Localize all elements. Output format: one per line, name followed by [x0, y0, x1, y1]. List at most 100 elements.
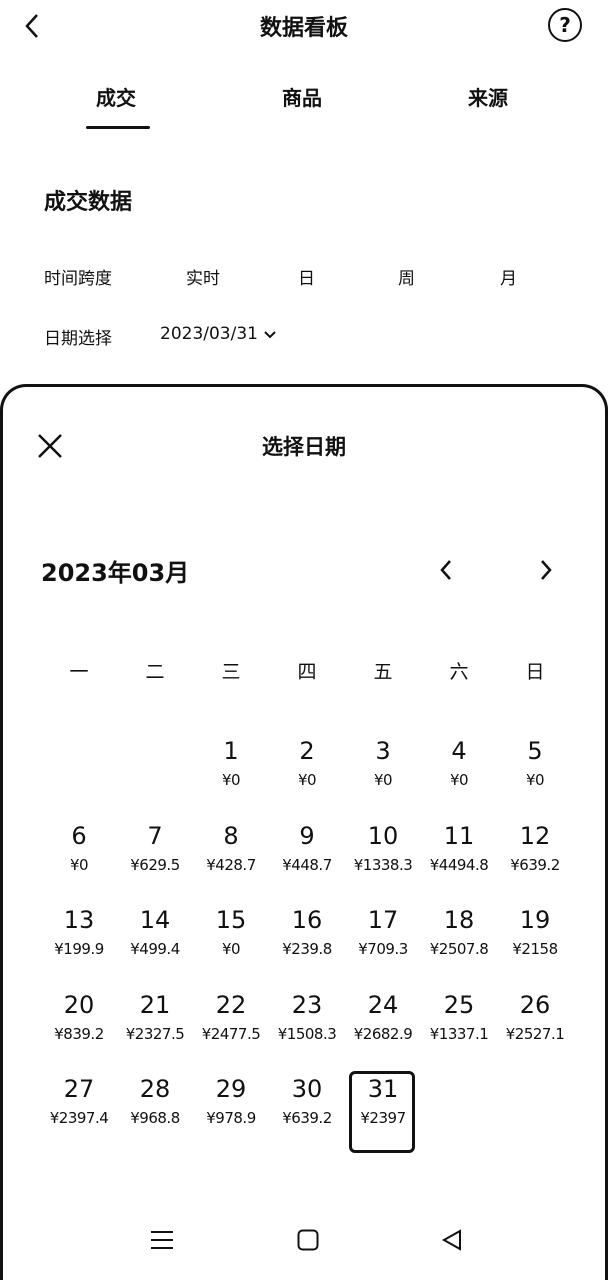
day-amount: ¥0 [373, 771, 393, 789]
day-amount: ¥639.2 [510, 855, 560, 874]
date-dropdown[interactable]: 2023/03/31 [160, 324, 276, 344]
day-number: 14 [139, 906, 171, 934]
app-header: 数据看板 ? [0, 0, 608, 56]
calendar-day-22[interactable]: 22 ¥2477.5 [193, 989, 269, 1074]
day-amount: ¥199.9 [54, 940, 104, 958]
calendar-day-15[interactable]: 15 ¥0 [193, 904, 269, 989]
calendar-week: 1 ¥0 2 ¥0 3 ¥0 4 ¥0 5 ¥0 [41, 735, 573, 820]
calendar-day-4[interactable]: 4 ¥0 [421, 735, 497, 820]
day-number: 15 [215, 906, 247, 934]
weekday-label: 日 [525, 661, 545, 683]
calendar-day-19[interactable]: 19 ¥2158 [497, 904, 573, 989]
day-number: 2 [299, 737, 315, 765]
calendar-day-20[interactable]: 20 ¥839.2 [41, 989, 117, 1074]
prev-month-button[interactable] [429, 553, 463, 587]
nav-menu-button[interactable] [142, 1220, 182, 1260]
next-month-button[interactable] [529, 553, 563, 587]
weekday-label: 六 [449, 661, 469, 683]
day-amount: ¥0 [525, 771, 545, 789]
calendar-day-26[interactable]: 26 ¥2527.1 [497, 989, 573, 1074]
day-number: 27 [63, 1075, 95, 1103]
weekday-header: 一 二 三 四 五 六 日 [41, 657, 573, 684]
calendar-day-5[interactable]: 5 ¥0 [497, 735, 573, 820]
time-span-realtime[interactable]: 实时 [186, 264, 220, 289]
sheet-title: 选择日期 [262, 435, 346, 459]
page-title: 数据看板 [259, 16, 348, 41]
day-amount: ¥0 [221, 771, 241, 789]
calendar-day-25[interactable]: 25 ¥1337.1 [421, 989, 497, 1074]
day-amount: ¥4494.8 [429, 855, 489, 874]
calendar-day-21[interactable]: 21 ¥2327.5 [117, 989, 193, 1074]
help-button[interactable]: ? [548, 8, 582, 42]
calendar-day-29[interactable]: 29 ¥978.9 [193, 1073, 269, 1158]
day-amount: ¥499.4 [130, 940, 180, 958]
menu-icon [151, 1231, 173, 1249]
weekday-label: 三 [221, 661, 241, 683]
calendar-day-13[interactable]: 13 ¥199.9 [41, 904, 117, 989]
calendar-day-6[interactable]: 6 ¥0 [41, 820, 117, 905]
day-amount: ¥629.5 [130, 855, 180, 874]
day-number: 19 [519, 906, 551, 934]
calendar-day-31[interactable]: 31 ¥2397 [345, 1071, 421, 1158]
time-span-month[interactable]: 月 [500, 264, 517, 289]
calendar-empty-cell [421, 1073, 497, 1158]
calendar-day-10[interactable]: 10 ¥1338.3 [345, 820, 421, 905]
section-title: 成交数据 [44, 190, 133, 215]
day-amount: ¥2327.5 [125, 1024, 185, 1043]
day-number: 25 [443, 990, 475, 1019]
day-amount: ¥2527.1 [505, 1024, 565, 1043]
calendar-day-28[interactable]: 28 ¥968.8 [117, 1073, 193, 1158]
nav-back-button[interactable] [432, 1220, 472, 1260]
tab-deals[interactable]: 成交 [96, 82, 136, 111]
date-select-label: 日期选择 [44, 329, 112, 349]
calendar-day-2[interactable]: 2 ¥0 [269, 735, 345, 820]
calendar-day-16[interactable]: 16 ¥239.8 [269, 904, 345, 989]
calendar-day-8[interactable]: 8 ¥428.7 [193, 820, 269, 905]
date-value: 2023/03/31 [160, 324, 258, 344]
calendar-empty-cell [497, 1073, 573, 1158]
calendar-day-24[interactable]: 24 ¥2682.9 [345, 989, 421, 1074]
day-amount: ¥639.2 [282, 1109, 332, 1127]
day-number: 7 [147, 821, 163, 850]
day-number: 11 [443, 821, 475, 850]
calendar-week: 27 ¥2397.4 28 ¥968.8 29 ¥978.9 30 ¥639.2 31 ¥2397 [41, 1071, 573, 1158]
calendar-day-7[interactable]: 7 ¥629.5 [117, 820, 193, 905]
time-span-day[interactable]: 日 [298, 264, 315, 289]
calendar-grid: 1 ¥0 2 ¥0 3 ¥0 4 ¥0 5 ¥0 6 ¥0 7 ¥629.5 8 ¥428.7 9 ¥448.7 1… [41, 735, 573, 1158]
calendar-day-11[interactable]: 11 ¥4494.8 [421, 820, 497, 905]
calendar-week: 20 ¥839.2 21 ¥2327.5 22 ¥2477.5 23 ¥1508.3 24 ¥26… [41, 989, 573, 1074]
day-number: 1 [223, 737, 239, 765]
chevron-down-icon [264, 331, 276, 339]
day-number: 16 [291, 906, 323, 934]
weekday-label: 五 [373, 661, 393, 683]
day-number: 8 [223, 821, 239, 850]
calendar-day-12[interactable]: 12 ¥639.2 [497, 820, 573, 905]
day-amount: ¥1508.3 [277, 1024, 337, 1043]
nav-home-button[interactable] [288, 1220, 328, 1260]
question-circle-icon: ? [559, 13, 571, 37]
chevron-right-icon [541, 560, 552, 580]
day-number: 5 [527, 737, 543, 765]
tab-sources[interactable]: 来源 [468, 82, 508, 111]
day-number: 13 [63, 906, 95, 934]
time-span-week[interactable]: 周 [398, 264, 415, 289]
calendar-day-17[interactable]: 17 ¥709.3 [345, 904, 421, 989]
day-number: 4 [451, 737, 467, 765]
calendar-day-3[interactable]: 3 ¥0 [345, 735, 421, 820]
chevron-left-icon [440, 560, 451, 580]
calendar-day-9[interactable]: 9 ¥448.7 [269, 820, 345, 905]
day-amount: ¥448.7 [282, 855, 332, 874]
system-nav-bar [0, 1200, 608, 1280]
tab-products[interactable]: 商品 [282, 82, 322, 111]
day-amount: ¥978.9 [206, 1109, 256, 1127]
calendar-day-1[interactable]: 1 ¥0 [193, 735, 269, 820]
calendar-day-23[interactable]: 23 ¥1508.3 [269, 989, 345, 1074]
calendar-day-18[interactable]: 18 ¥2507.8 [421, 904, 497, 989]
day-number: 24 [367, 990, 399, 1019]
month-label: 2023年03月 [41, 559, 190, 587]
calendar-day-27[interactable]: 27 ¥2397.4 [41, 1073, 117, 1158]
calendar-day-14[interactable]: 14 ¥499.4 [117, 904, 193, 989]
weekday-label: 四 [297, 661, 317, 683]
day-number: 9 [299, 821, 315, 850]
calendar-day-30[interactable]: 30 ¥639.2 [269, 1073, 345, 1158]
